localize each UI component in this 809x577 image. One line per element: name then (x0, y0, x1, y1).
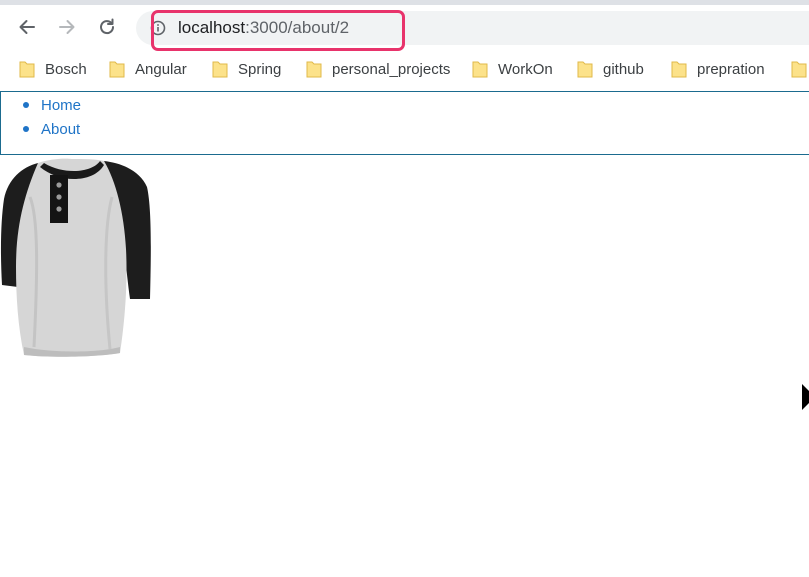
bookmark-overflow-folder[interactable] (791, 58, 809, 80)
bookmark-label: personal_projects (332, 60, 451, 78)
bookmark-label: Spring (238, 60, 282, 78)
home-link[interactable]: Home (41, 97, 81, 114)
tshirt-image (0, 158, 151, 357)
folder-icon (109, 61, 125, 78)
site-nav: Home About (0, 91, 809, 155)
forward-button[interactable] (53, 13, 81, 41)
bookmark-label: prepration (697, 60, 765, 78)
nav-item-about: About (23, 119, 80, 139)
bookmark-prepration[interactable]: prepration (671, 58, 765, 80)
folder-icon (212, 61, 228, 78)
arrow-right-icon (59, 20, 75, 34)
bookmark-bosch[interactable]: Bosch (19, 58, 87, 80)
product-image (0, 157, 152, 364)
bookmark-label: github (603, 60, 644, 78)
url-highlight-box (151, 10, 405, 51)
back-button[interactable] (13, 13, 41, 41)
reload-button[interactable] (93, 13, 121, 41)
bookmark-label: Angular (135, 60, 187, 78)
bookmark-label: WorkOn (498, 60, 553, 78)
bookmark-label: Bosch (45, 60, 87, 78)
bullet (23, 126, 29, 132)
nav-item-home: Home (23, 95, 81, 115)
bookmark-workon[interactable]: WorkOn (472, 58, 553, 80)
bullet (23, 102, 29, 108)
bookmark-angular[interactable]: Angular (109, 58, 187, 80)
folder-icon (306, 61, 322, 78)
about-link[interactable]: About (41, 121, 80, 138)
cursor-icon (802, 384, 809, 410)
folder-icon (472, 61, 488, 78)
folder-icon (671, 61, 687, 78)
reload-icon (100, 18, 115, 35)
folder-icon (577, 61, 593, 78)
arrow-left-icon (19, 20, 35, 34)
bookmarks-bar: Bosch Angular Spring personal_projects W… (0, 52, 809, 86)
bookmark-github[interactable]: github (577, 58, 644, 80)
bookmark-personal-projects[interactable]: personal_projects (306, 58, 450, 80)
mouse-cursor (802, 384, 809, 415)
folder-icon (19, 61, 35, 78)
folder-icon (791, 61, 807, 78)
bookmark-spring[interactable]: Spring (212, 58, 281, 80)
